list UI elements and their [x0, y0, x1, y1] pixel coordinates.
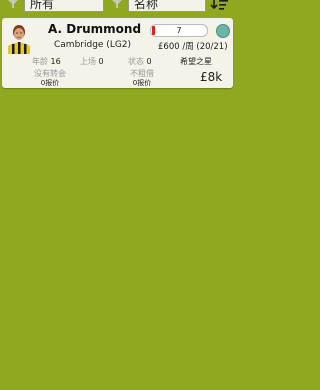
form-stat: 状态 0 [128, 57, 152, 66]
loan-offers: 0报价 [132, 79, 152, 87]
rating-marker [152, 26, 155, 35]
age-stat: 年龄 16 [32, 57, 61, 66]
filter-icon[interactable] [110, 0, 124, 10]
category-filter-select[interactable]: 所有 [24, 0, 104, 12]
sort-order-icon[interactable] [210, 0, 230, 12]
wage-label: £600 /周 (20/21) [158, 42, 228, 52]
filter-bar: 所有 名称 [0, 0, 235, 14]
rating-bar: 7 [150, 24, 208, 37]
player-avatar [6, 24, 32, 54]
player-value: £8k [200, 70, 223, 84]
player-card[interactable]: A. Drummond 7 Cambridge (LG2) £600 /周 (2… [2, 18, 233, 88]
apps-stat: 上场 0 [80, 57, 104, 66]
rating-value: 7 [176, 26, 182, 35]
player-name: A. Drummond [48, 22, 142, 36]
sort-field-select[interactable]: 名称 [128, 0, 206, 12]
club-label: Cambridge (LG2) [54, 40, 132, 50]
transfer-offers: 0报价 [40, 79, 60, 87]
filter-icon[interactable] [6, 0, 20, 10]
player-tag: 希望之星 [180, 57, 212, 66]
status-indicator [216, 24, 230, 38]
